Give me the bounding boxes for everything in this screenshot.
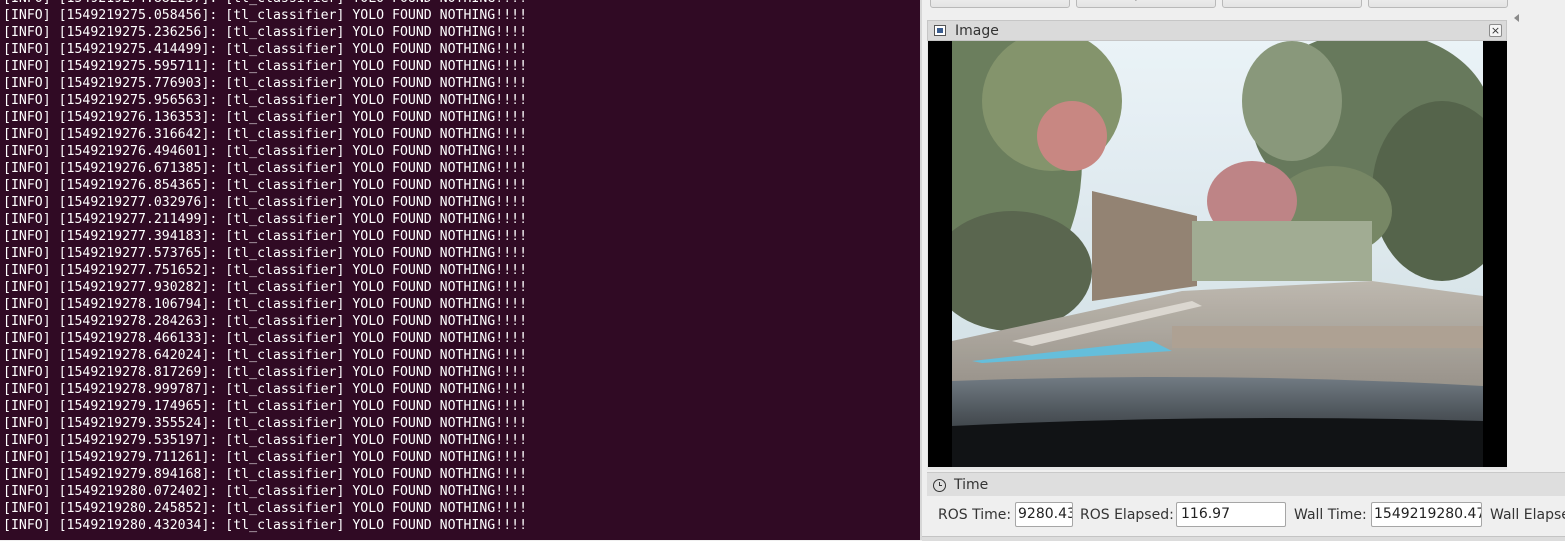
log-line: [INFO] [1549219276.671385]: [tl_classifi… bbox=[3, 161, 528, 176]
camera-frame bbox=[952, 41, 1483, 467]
bottom-edge bbox=[922, 536, 1565, 541]
log-line: [INFO] [1549219275.956563]: [tl_classifi… bbox=[3, 93, 528, 108]
ros-elapsed-field[interactable]: 116.97 bbox=[1176, 502, 1286, 527]
terminal-log: [INFO] [1549219274.882237]: [tl_classifi… bbox=[3, 0, 527, 534]
config-toolbar: Add Duplicate Remove Rename bbox=[930, 0, 1530, 9]
log-line: [INFO] [1549219276.494601]: [tl_classifi… bbox=[3, 144, 528, 159]
time-dock: Time ROS Time: 9280.43 ROS Elapsed: 116.… bbox=[927, 472, 1565, 540]
image-dock: Image × bbox=[927, 20, 1507, 470]
time-dock-titlebar[interactable]: Time bbox=[927, 472, 1565, 497]
image-icon bbox=[934, 25, 946, 36]
rqt-panel: Add Duplicate Remove Rename Image × bbox=[920, 0, 1565, 541]
remove-button[interactable]: Remove bbox=[1222, 0, 1362, 8]
clock-icon bbox=[933, 479, 946, 492]
log-line: [INFO] [1549219278.106794]: [tl_classifi… bbox=[3, 297, 528, 312]
log-line: [INFO] [1549219277.211499]: [tl_classifi… bbox=[3, 212, 528, 227]
log-line: [INFO] [1549219280.072402]: [tl_classifi… bbox=[3, 484, 528, 499]
duplicate-button[interactable]: Duplicate bbox=[1076, 0, 1216, 8]
wall-time-field[interactable]: 1549219280.47 bbox=[1371, 502, 1482, 527]
ros-time-field[interactable]: 9280.43 bbox=[1015, 502, 1073, 527]
add-button[interactable]: Add bbox=[930, 0, 1070, 8]
log-line: [INFO] [1549219275.414499]: [tl_classifi… bbox=[3, 42, 528, 57]
log-line: [INFO] [1549219280.245852]: [tl_classifi… bbox=[3, 501, 528, 516]
log-line: [INFO] [1549219275.595711]: [tl_classifi… bbox=[3, 59, 528, 74]
log-line: [INFO] [1549219278.817269]: [tl_classifi… bbox=[3, 365, 528, 380]
time-dock-title: Time bbox=[954, 477, 989, 493]
close-icon[interactable]: × bbox=[1489, 24, 1502, 37]
wall-time-label: Wall Time: bbox=[1294, 507, 1367, 523]
log-line: [INFO] [1549219278.284263]: [tl_classifi… bbox=[3, 314, 528, 329]
ros-elapsed-label: ROS Elapsed: bbox=[1080, 507, 1174, 523]
log-line: [INFO] [1549219277.394183]: [tl_classifi… bbox=[3, 229, 528, 244]
rename-button[interactable]: Rename bbox=[1368, 0, 1508, 8]
ros-time-label: ROS Time: bbox=[938, 507, 1012, 523]
log-line: [INFO] [1549219276.316642]: [tl_classifi… bbox=[3, 127, 528, 142]
log-line: [INFO] [1549219277.930282]: [tl_classifi… bbox=[3, 280, 528, 295]
log-line: [INFO] [1549219279.174965]: [tl_classifi… bbox=[3, 399, 528, 414]
log-line: [INFO] [1549219277.573765]: [tl_classifi… bbox=[3, 246, 528, 261]
log-line: [INFO] [1549219279.355524]: [tl_classifi… bbox=[3, 416, 528, 431]
log-line: [INFO] [1549219274.882237]: [tl_classifi… bbox=[3, 0, 527, 7]
log-line: [INFO] [1549219276.854365]: [tl_classifi… bbox=[3, 178, 528, 193]
log-line: [INFO] [1549219278.642024]: [tl_classifi… bbox=[3, 348, 528, 363]
log-line: [INFO] [1549219275.776903]: [tl_classifi… bbox=[3, 76, 528, 91]
log-line: [INFO] [1549219277.751652]: [tl_classifi… bbox=[3, 263, 528, 278]
wall-elapsed-label: Wall Elapsed: bbox=[1490, 507, 1565, 523]
log-line: [INFO] [1549219278.999787]: [tl_classifi… bbox=[3, 382, 528, 397]
log-line: [INFO] [1549219279.535197]: [tl_classifi… bbox=[3, 433, 528, 448]
camera-image-view bbox=[928, 41, 1507, 467]
log-line: [INFO] [1549219279.711261]: [tl_classifi… bbox=[3, 450, 528, 465]
image-dock-titlebar[interactable]: Image × bbox=[927, 20, 1507, 41]
collapse-arrow-icon[interactable] bbox=[1514, 14, 1519, 22]
log-line: [INFO] [1549219279.894168]: [tl_classifi… bbox=[3, 467, 528, 482]
log-line: [INFO] [1549219278.466133]: [tl_classifi… bbox=[3, 331, 528, 346]
log-line: [INFO] [1549219276.136353]: [tl_classifi… bbox=[3, 110, 528, 125]
time-fields: ROS Time: 9280.43 ROS Elapsed: 116.97 Wa… bbox=[927, 496, 1565, 540]
image-dock-title: Image bbox=[955, 23, 999, 39]
log-line: [INFO] [1549219280.432034]: [tl_classifi… bbox=[3, 518, 528, 533]
log-line: [INFO] [1549219275.058456]: [tl_classifi… bbox=[3, 8, 528, 23]
log-line: [INFO] [1549219277.032976]: [tl_classifi… bbox=[3, 195, 528, 210]
log-line: [INFO] [1549219275.236256]: [tl_classifi… bbox=[3, 25, 528, 40]
terminal-window[interactable]: [INFO] [1549219274.882237]: [tl_classifi… bbox=[0, 0, 920, 540]
